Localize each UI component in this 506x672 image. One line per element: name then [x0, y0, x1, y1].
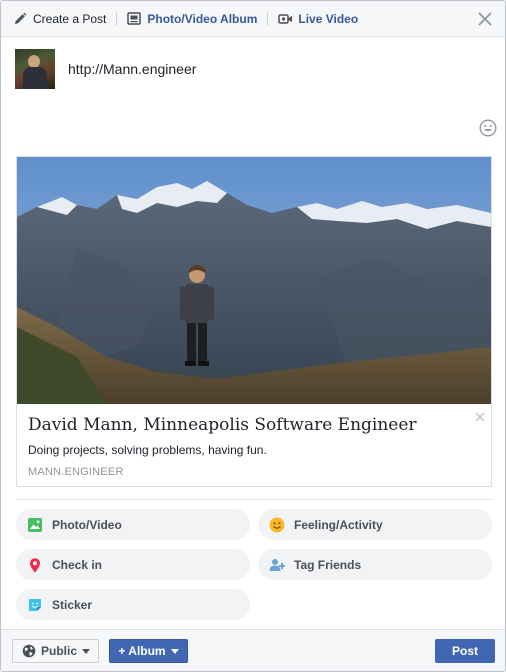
composer-footer: Public + Album Post — [1, 629, 505, 671]
tag-friends-icon — [269, 557, 285, 573]
tab-create-post[interactable]: Create a Post — [13, 1, 106, 37]
check-in-label: Check in — [52, 557, 103, 572]
tab-photo-video-album-label: Photo/Video Album — [147, 11, 258, 26]
create-post-dialog: Create a Post Photo/Video Album Live Vid… — [0, 0, 506, 672]
link-preview-title: David Mann, Minneapolis Software Enginee… — [28, 415, 417, 435]
album-icon — [127, 11, 142, 26]
tab-separator — [267, 11, 269, 26]
emoji-icon[interactable] — [479, 119, 497, 137]
add-album-label: + Album — [118, 644, 166, 658]
smiley-icon — [269, 517, 285, 533]
photo-icon — [27, 517, 43, 533]
privacy-label: Public — [41, 644, 78, 658]
avatar — [15, 49, 55, 89]
post-label: Post — [451, 644, 478, 658]
tab-separator — [116, 11, 118, 26]
composer-tabs: Create a Post Photo/Video Album Live Vid… — [1, 1, 505, 37]
sticker-label: Sticker — [52, 597, 93, 612]
sticker-button[interactable]: Sticker — [16, 589, 250, 620]
post-text-input[interactable]: http://Mann.engineer — [68, 61, 196, 77]
photo-video-label: Photo/Video — [52, 517, 122, 532]
link-preview-card[interactable]: David Mann, Minneapolis Software Enginee… — [16, 156, 492, 487]
divider — [16, 499, 492, 500]
remove-preview-icon[interactable] — [475, 409, 485, 422]
tab-live-video-label: Live Video — [298, 11, 359, 26]
feeling-activity-label: Feeling/Activity — [294, 517, 383, 532]
feeling-activity-button[interactable]: Feeling/Activity — [258, 509, 492, 540]
tab-live-video[interactable]: Live Video — [278, 1, 358, 37]
location-pin-icon — [27, 557, 43, 573]
link-preview-domain: MANN.ENGINEER — [28, 466, 124, 478]
tag-friends-button[interactable]: Tag Friends — [258, 549, 492, 580]
pencil-icon — [13, 12, 27, 26]
chevron-down-icon — [170, 648, 179, 654]
video-camera-icon — [278, 12, 293, 26]
globe-icon — [22, 644, 36, 658]
link-preview-image — [17, 157, 491, 404]
tab-create-post-label: Create a Post — [33, 11, 107, 26]
tag-friends-label: Tag Friends — [294, 557, 362, 572]
privacy-selector[interactable]: Public — [12, 639, 99, 663]
sticker-icon — [27, 597, 43, 613]
post-button[interactable]: Post — [435, 639, 495, 663]
check-in-button[interactable]: Check in — [16, 549, 250, 580]
tab-photo-video-album[interactable]: Photo/Video Album — [127, 1, 257, 37]
chevron-down-icon — [82, 648, 91, 654]
add-album-button[interactable]: + Album — [109, 639, 188, 663]
link-preview-description: Doing projects, solving problems, having… — [28, 443, 267, 457]
close-icon[interactable] — [477, 11, 493, 27]
photo-video-button[interactable]: Photo/Video — [16, 509, 250, 540]
